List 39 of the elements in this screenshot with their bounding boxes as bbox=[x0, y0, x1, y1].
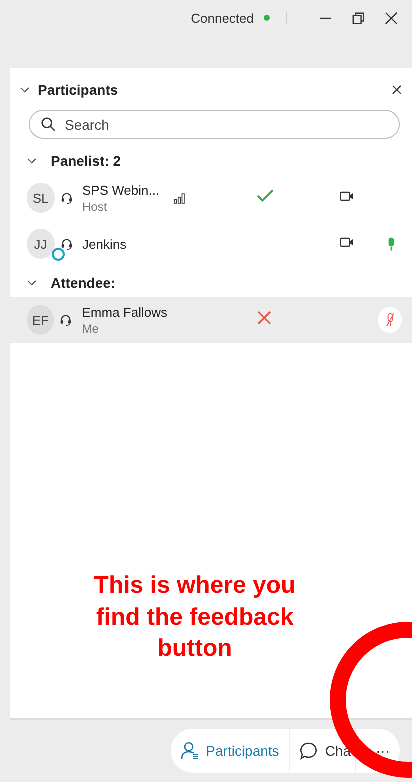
microphone-icon[interactable] bbox=[386, 236, 396, 252]
headset-icon bbox=[60, 238, 72, 250]
toolbar-tab[interactable]: Participants bbox=[171, 729, 290, 773]
video-camera-icon[interactable] bbox=[340, 191, 354, 202]
participant-role: Host bbox=[82, 200, 108, 214]
toolbar-tab[interactable]: Cha bbox=[290, 729, 356, 773]
participant-name: SPS Webin... bbox=[82, 182, 161, 198]
avatar: SL bbox=[27, 183, 55, 213]
participant-role: Me bbox=[82, 322, 100, 336]
participant-row[interactable]: SL SPS Webin... Host bbox=[10, 175, 412, 221]
chat-bubble-icon bbox=[300, 742, 318, 760]
participant-name: Emma Fallows bbox=[82, 304, 168, 320]
participant-row[interactable]: EF Emma Fallows Me bbox=[10, 297, 412, 343]
section-label: Panelist: 2 bbox=[51, 153, 122, 169]
connection-status: Connected bbox=[191, 10, 254, 26]
section-label: Attendee: bbox=[51, 275, 116, 291]
toolbar-tab[interactable]: ··· bbox=[356, 729, 400, 773]
avatar: JJ bbox=[27, 229, 55, 259]
chevron-icon[interactable] bbox=[27, 156, 37, 166]
check-icon bbox=[256, 188, 274, 202]
annotation-text: This is where you find the feedback button bbox=[93, 571, 297, 664]
muted-microphone-icon bbox=[386, 313, 394, 327]
chevron-icon[interactable] bbox=[20, 85, 30, 95]
headset-icon bbox=[60, 314, 72, 326]
panel-title: Participants bbox=[38, 82, 120, 98]
people-icon bbox=[181, 742, 200, 760]
headset-icon bbox=[60, 192, 72, 204]
mute-button[interactable] bbox=[378, 307, 402, 333]
cross-icon bbox=[256, 310, 273, 324]
restore-icon[interactable] bbox=[352, 12, 365, 24]
participant-row[interactable]: JJ Jenkins bbox=[10, 221, 412, 267]
video-camera-icon[interactable] bbox=[340, 237, 354, 248]
avatar: EF bbox=[27, 305, 54, 335]
search-field[interactable]: Search bbox=[29, 110, 400, 139]
search-icon bbox=[41, 117, 56, 132]
chevron-icon[interactable] bbox=[27, 278, 37, 288]
participant-name: Jenkins bbox=[82, 236, 128, 252]
close-icon[interactable] bbox=[392, 85, 402, 95]
close-icon[interactable] bbox=[385, 12, 398, 24]
